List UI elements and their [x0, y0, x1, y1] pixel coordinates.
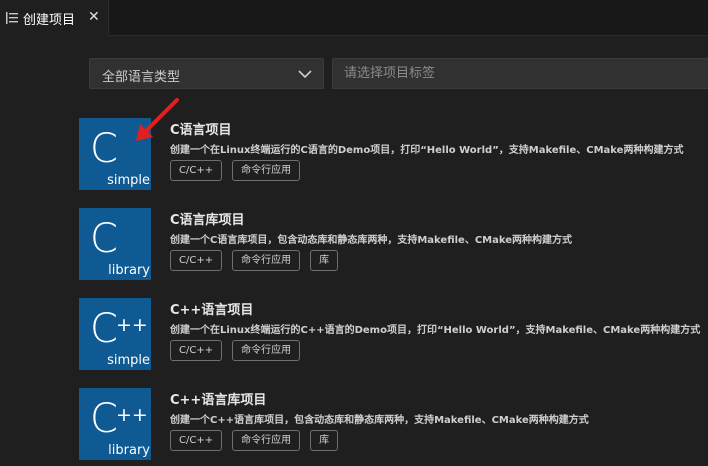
language-type-value: 全部语言类型	[102, 70, 181, 85]
project-description: 创建一个C++语言库项目，包含动态库和静态库两种，支持Makefile、CMak…	[170, 415, 589, 426]
project-thumbnail[interactable]: C ++ library	[79, 388, 151, 460]
project-card-cpp-simple[interactable]: C ++ simple C++语言项目 创建一个在Linux终端运行的C++语言…	[79, 298, 708, 370]
project-thumbnail[interactable]: C library	[79, 208, 151, 280]
project-tags: C/C++ 命令行应用 库	[170, 430, 339, 451]
tag-badge: 命令行应用	[232, 250, 301, 271]
thumbnail-letter: C	[90, 306, 118, 352]
thumbnail-subtitle: simple	[107, 353, 150, 368]
project-tags: C/C++ 命令行应用	[170, 340, 301, 361]
tag-badge: C/C++	[170, 340, 223, 361]
project-description: 创建一个在Linux终端运行的C++语言的Demo项目，打印“Hello Wor…	[170, 325, 701, 336]
thumbnail-plus: ++	[116, 404, 148, 426]
project-thumbnail[interactable]: C ++ simple	[79, 298, 151, 370]
tag-badge: 库	[310, 250, 339, 271]
tab-label: 创建项目	[23, 13, 76, 28]
language-type-select[interactable]: 全部语言类型	[89, 58, 324, 89]
thumbnail-subtitle: library	[108, 443, 150, 458]
project-description: 创建一个C语言库项目，包含动态库和静态库两种，支持Makefile、CMake两…	[170, 235, 573, 246]
tag-badge: C/C++	[170, 430, 223, 451]
tag-badge: 命令行应用	[232, 160, 301, 181]
project-tags: C/C++ 命令行应用 库	[170, 250, 339, 271]
tag-badge: 命令行应用	[232, 430, 301, 451]
tag-badge: C/C++	[170, 250, 223, 271]
thumbnail-letter: C	[90, 126, 118, 172]
editor-tab-bar: 创建项目 ✕	[0, 0, 708, 36]
thumbnail-letter: C	[90, 216, 118, 262]
tag-badge: C/C++	[170, 160, 223, 181]
tag-badge: 库	[310, 430, 339, 451]
thumbnail-letter: C	[90, 396, 118, 442]
chevron-down-icon	[298, 70, 312, 79]
project-card-c-library[interactable]: C library C语言库项目 创建一个C语言库项目，包含动态库和静态库两种，…	[79, 208, 708, 280]
thumbnail-subtitle: simple	[107, 173, 150, 188]
thumbnail-plus: ++	[116, 314, 148, 336]
project-tag-input[interactable]	[332, 58, 708, 89]
project-title: C++语言库项目	[170, 393, 267, 408]
project-tags: C/C++ 命令行应用	[170, 160, 301, 181]
thumbnail-subtitle: library	[108, 263, 150, 278]
close-icon[interactable]: ✕	[88, 9, 100, 25]
project-description: 创建一个在Linux终端运行的C语言的Demo项目，打印“Hello World…	[170, 145, 684, 156]
tab-create-project[interactable]: 创建项目 ✕	[0, 0, 109, 36]
project-title: C语言库项目	[170, 213, 245, 228]
project-card-cpp-library[interactable]: C ++ library C++语言库项目 创建一个C++语言库项目，包含动态库…	[79, 388, 708, 460]
annotation-arrow-icon	[136, 98, 179, 141]
project-title: C++语言项目	[170, 303, 254, 318]
preview-icon	[6, 12, 18, 24]
tag-badge: 命令行应用	[232, 340, 301, 361]
